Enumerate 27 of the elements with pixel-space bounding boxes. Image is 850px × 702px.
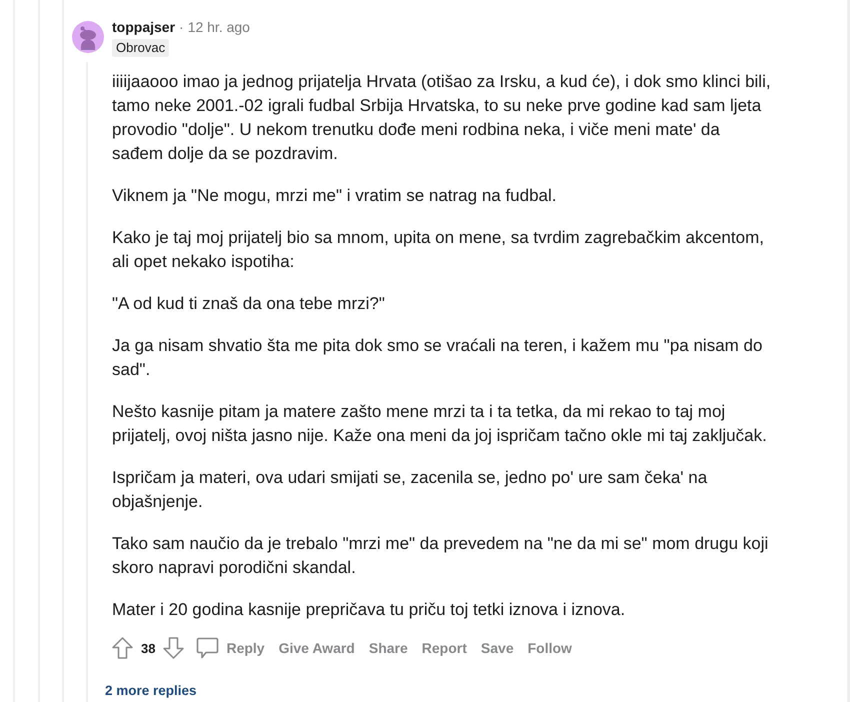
comment-paragraph: Tako sam naučio da je trebalo "mrzi me" da prevedem na "ne da mi se" mom drugu koji skoro napravi porodični skandal. — [112, 533, 770, 579]
upvote-button[interactable] — [112, 637, 133, 659]
comment-paragraph: Kako je taj moj prijatelj bio sa mnom, upita on mene, sa tvrdim zagrebačkim akcentom, ali opet nekako ispotiha: — [112, 227, 765, 273]
downvote-button[interactable] — [163, 637, 184, 659]
user-flair: Obrovac — [112, 39, 170, 57]
upvote-arrow-icon — [112, 637, 133, 659]
action-button[interactable]: Save — [474, 636, 521, 660]
avatar-icon[interactable] — [72, 21, 104, 53]
action-button[interactable]: Report — [414, 636, 474, 660]
username[interactable]: toppajser — [112, 19, 176, 35]
more-replies-link[interactable]: 2 more replies — [105, 683, 197, 698]
comment-paragraph: Nešto kasnije pitam ja matere zašto mene mrzi ta i ta tetka, da mi rekao to taj moj prijatelj, ovoj ništa jasno nije. Kaže ona meni da joj ispričam tačno okle mi taj zaključak. — [112, 401, 768, 447]
action-button[interactable]: Give Award — [272, 636, 362, 660]
downvote-arrow-icon — [163, 637, 184, 659]
action-button[interactable]: Share — [362, 636, 415, 660]
reply-button[interactable]: Reply — [192, 633, 272, 663]
comment-paragraph: Viknem ja "Ne mogu, mrzi me" i vratim se natrag na fudbal. — [112, 185, 558, 207]
action-button[interactable]: Follow — [520, 636, 579, 660]
separator: · — [179, 19, 184, 35]
comment-paragraph: "A od kud ti znaš da ona tebe mrzi?" — [112, 293, 386, 315]
comment-paragraph: Ispričam ja materi, ova udari smijati se, zacenila se, jedno po' ure sam čeka' na objašnjenje. — [112, 467, 708, 513]
vote-score: 38 — [141, 640, 156, 656]
comment-paragraph: Ja ga nisam shvatio šta me pita dok smo se vraćali na teren, i kažem mu "pa nisam do sad". — [112, 335, 764, 381]
comment-icon — [196, 637, 220, 659]
comment-paragraph: iiiijaaooo imao ja jednog prijatelja Hrvata (otišao za Irsku, a kud će), i dok smo klinci bili, tamo neke 2001.-02 igrali fudbal Srbija Hrvatska, to su neke prve godine kad sam ljeta provodio "dolje". U nekom trenutku dođe meni rodbina neka, i viče meni mate' da sađem dolje da se pozdravim. — [112, 71, 772, 165]
comment-age[interactable]: 12 hr. ago — [188, 19, 250, 35]
comment-paragraph: Mater i 20 godina kasnije prepričava tu priču toj tetki iznova i iznova. — [112, 599, 626, 621]
